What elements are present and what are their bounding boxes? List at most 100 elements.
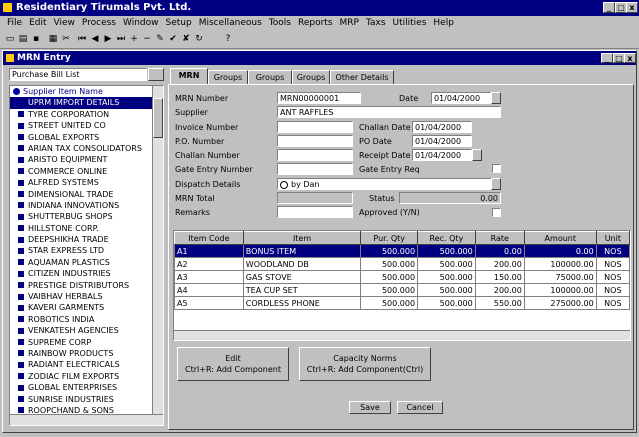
tree-item[interactable]: SUPREME CORP xyxy=(10,337,163,348)
challan-date-field[interactable]: 01/04/2000 xyxy=(412,121,472,133)
tree-item[interactable]: DIMENSIONAL TRADE xyxy=(10,189,163,200)
menu-item-tools[interactable]: Tools xyxy=(269,18,291,28)
grid-cell[interactable]: 0.00 xyxy=(474,244,525,258)
grid-cell[interactable]: 100000.00 xyxy=(523,257,597,271)
items-grid[interactable]: Item Code Item Pur. Qty Rec. Qty Rate Amount U… xyxy=(173,230,631,341)
grid-cell[interactable]: A1 xyxy=(174,244,244,258)
next-record-icon[interactable]: ▶ xyxy=(102,34,114,45)
grid-column-header[interactable]: Rate xyxy=(474,231,525,245)
prev-record-icon[interactable]: ◀ xyxy=(89,34,101,45)
tree-item[interactable]: ZODIAC FILM EXPORTS xyxy=(10,371,163,382)
cancel-button[interactable]: Cancel xyxy=(397,401,443,414)
menu-item-view[interactable]: View xyxy=(54,18,75,28)
save-icon[interactable]: ▪ xyxy=(30,34,42,45)
help-icon[interactable]: ? xyxy=(222,34,234,45)
menu-item-setup[interactable]: Setup xyxy=(166,18,192,28)
grid-cell[interactable]: 200.00 xyxy=(474,283,525,297)
grid-cell[interactable]: 500.000 xyxy=(417,283,476,297)
date-field[interactable]: 01/04/2000 xyxy=(431,92,491,104)
grid-cell[interactable]: 500.000 xyxy=(360,270,419,284)
remarks-field[interactable] xyxy=(277,206,353,218)
grid-row[interactable]: A2 WOODLAND DB 500.000 500.000 200.00 100000.… xyxy=(174,257,630,271)
grid-cell[interactable]: 200.00 xyxy=(474,257,525,271)
menu-item-utilities[interactable]: Utilities xyxy=(393,18,427,28)
tree-item[interactable]: GLOBAL EXPORTS xyxy=(10,132,163,143)
grid-cell[interactable]: 500.000 xyxy=(417,244,476,258)
date-dropdown-button[interactable] xyxy=(491,92,501,104)
cancel-record-icon[interactable]: ✘ xyxy=(180,34,192,45)
grid-cell[interactable]: 100000.00 xyxy=(523,283,597,297)
tree-item[interactable]: CITIZEN INDUSTRIES xyxy=(10,268,163,279)
tree-item[interactable]: INDIANA INNOVATIONS xyxy=(10,200,163,211)
menu-item-window[interactable]: Window xyxy=(123,18,159,28)
capacity-norms-button[interactable]: Capacity Norms Ctrl+R: Add Component(Ctr… xyxy=(299,347,431,381)
tree-item[interactable]: UPRM IMPORT DETAILS xyxy=(10,97,163,109)
first-record-icon[interactable]: ⏮ xyxy=(76,34,88,45)
grid-row[interactable]: A1 BONUS ITEM 500.000 500.000 0.00 0.00 NOS xyxy=(174,244,630,258)
menu-item-edit[interactable]: Edit xyxy=(29,18,46,28)
receipt-date-dropdown-button[interactable] xyxy=(472,149,482,161)
close-button[interactable]: x xyxy=(626,2,638,13)
last-record-icon[interactable]: ⏭ xyxy=(115,34,127,45)
menu-item-miscellaneous[interactable]: Miscellaneous xyxy=(199,18,262,28)
grid-cell[interactable]: 500.000 xyxy=(360,257,419,271)
grid-cell[interactable]: NOS xyxy=(595,270,630,284)
edit-record-icon[interactable]: ✎ xyxy=(154,34,166,45)
tree-scroll-thumb[interactable] xyxy=(153,98,163,138)
tree-item[interactable]: VAIBHAV HERBALS xyxy=(10,291,163,302)
grid-cell[interactable]: NOS xyxy=(595,244,630,258)
tree-item[interactable]: RAINBOW PRODUCTS xyxy=(10,348,163,359)
tree-horizontal-scrollbar[interactable] xyxy=(10,414,163,425)
grid-column-header[interactable]: Unit xyxy=(595,231,630,245)
grid-cell[interactable]: TEA CUP SET xyxy=(242,283,362,297)
grid-cell[interactable]: A5 xyxy=(174,296,244,310)
tree-item[interactable]: ALFRED SYSTEMS xyxy=(10,177,163,188)
grid-cell[interactable]: NOS xyxy=(595,296,630,310)
grid-cell[interactable]: GAS STOVE xyxy=(242,270,362,284)
approved-checkbox[interactable] xyxy=(492,208,501,217)
invoice-number-field[interactable] xyxy=(277,121,353,133)
tree-item[interactable]: ROBOTICS INDIA xyxy=(10,314,163,325)
grid-cell[interactable]: 500.000 xyxy=(360,283,419,297)
save-button[interactable]: Save xyxy=(349,401,391,414)
tree-item[interactable]: COMMERCE ONLINE xyxy=(10,166,163,177)
grid-cell[interactable]: 500.000 xyxy=(417,270,476,284)
gate-entry-field[interactable] xyxy=(277,163,353,175)
tree-item[interactable]: KAVERI GARMENTS xyxy=(10,302,163,313)
grid-cell[interactable]: A3 xyxy=(174,270,244,284)
grid-cell[interactable]: WOODLAND DB xyxy=(242,257,362,271)
add-record-icon[interactable]: + xyxy=(128,34,140,45)
delete-record-icon[interactable]: − xyxy=(141,34,153,45)
grid-column-header[interactable]: Rec. Qty xyxy=(417,231,476,245)
receipt-date-field[interactable]: 01/04/2000 xyxy=(412,149,472,161)
tree-item[interactable]: RADIANT ELECTRICALS xyxy=(10,359,163,370)
grid-cell[interactable]: 500.000 xyxy=(360,244,419,258)
list-search-button[interactable] xyxy=(148,68,164,81)
grid-cell[interactable]: A4 xyxy=(174,283,244,297)
tree-item[interactable]: VENKATESH AGENCIES xyxy=(10,325,163,336)
child-minimize-button[interactable]: _ xyxy=(601,53,613,63)
grid-cell[interactable]: 500.000 xyxy=(417,296,476,310)
minimize-button[interactable]: _ xyxy=(603,2,615,13)
grid-cell[interactable]: BONUS ITEM xyxy=(242,244,362,258)
grid-cell[interactable]: 275000.00 xyxy=(523,296,597,310)
grid-cell[interactable]: 75000.00 xyxy=(523,270,597,284)
open-icon[interactable]: ▤ xyxy=(17,34,29,45)
edit-component-button[interactable]: Edit Ctrl+R: Add Component xyxy=(177,347,289,381)
grid-horizontal-scrollbar[interactable] xyxy=(174,330,630,340)
mrn-number-field[interactable]: MRN00000001 xyxy=(277,92,361,104)
grid-row[interactable]: A5 CORDLESS PHONE 500.000 500.000 550.00 2750… xyxy=(174,296,630,310)
new-icon[interactable]: ▭ xyxy=(4,34,16,45)
tree-item[interactable]: SHUTTERBUG SHOPS xyxy=(10,211,163,222)
tree-item[interactable]: STREET UNITED CO xyxy=(10,120,163,131)
grid-column-header[interactable]: Item Code xyxy=(174,231,244,245)
dispatch-lookup-button[interactable] xyxy=(491,178,501,190)
grid-cell[interactable]: 500.000 xyxy=(417,257,476,271)
po-date-field[interactable]: 01/04/2000 xyxy=(412,135,472,147)
tree-item[interactable]: PRESTIGE DISTRIBUTORS xyxy=(10,280,163,291)
po-number-field[interactable] xyxy=(277,135,353,147)
challan-number-field[interactable] xyxy=(277,149,353,161)
grid-cell[interactable]: NOS xyxy=(595,283,630,297)
tree-item[interactable]: AQUAMAN PLASTICS xyxy=(10,257,163,268)
menu-item-help[interactable]: Help xyxy=(433,18,454,28)
